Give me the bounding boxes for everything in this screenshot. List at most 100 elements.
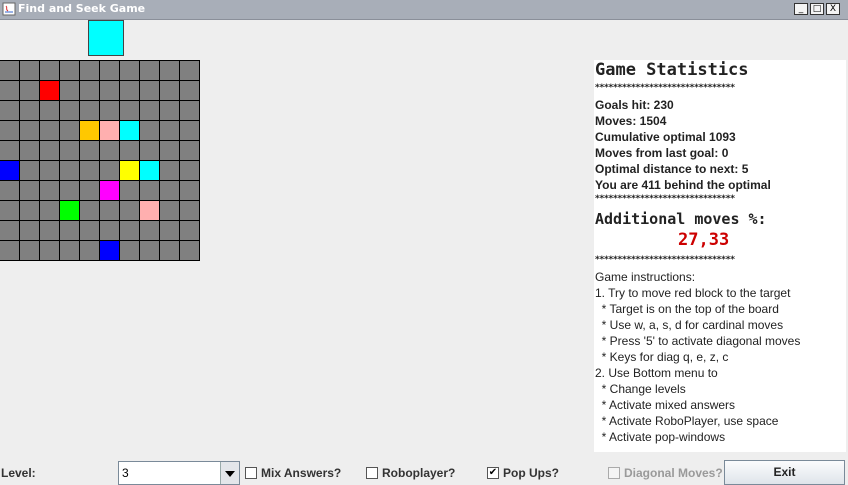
board-cell: [60, 141, 80, 161]
target-cell: [88, 20, 124, 56]
board-cell: [120, 141, 140, 161]
mix-answers-checkbox[interactable]: [245, 467, 257, 479]
board-cell: [120, 181, 140, 201]
instruction-line: * Activate pop-windows: [595, 430, 726, 444]
java-app-icon: [2, 2, 16, 16]
board-cell: [140, 81, 160, 101]
optimal-distance: Optimal distance to next: 5: [595, 162, 749, 176]
board-cell: [0, 221, 20, 241]
board-cell: [120, 221, 140, 241]
chevron-down-icon[interactable]: [220, 462, 239, 484]
stars-divider: *******************************: [595, 255, 735, 265]
exit-button[interactable]: Exit: [724, 460, 845, 485]
board-cell: [20, 101, 40, 121]
board-cell: [100, 161, 120, 181]
title-bar: Find and Seek Game _ □ X: [0, 0, 848, 20]
close-button[interactable]: X: [826, 3, 840, 15]
level-value: 3: [122, 466, 129, 480]
board-cell: [0, 141, 20, 161]
board-cell: [80, 161, 100, 181]
board-cell: [160, 161, 180, 181]
board-cell: [0, 121, 20, 141]
instruction-line: * Press '5' to activate diagonal moves: [595, 334, 801, 348]
board-cell: [100, 101, 120, 121]
board-cell: [100, 61, 120, 81]
board-cell: [80, 61, 100, 81]
level-select[interactable]: 3: [118, 461, 240, 485]
board-cell: [120, 201, 140, 221]
diagonal-moves-label[interactable]: Diagonal Moves?: [624, 466, 723, 480]
board-cell: [60, 101, 80, 121]
board-cell: [0, 201, 20, 221]
level-label: Level:: [1, 466, 36, 480]
board-cell: [120, 81, 140, 101]
board-cell: [80, 221, 100, 241]
board-cell: [140, 101, 160, 121]
popups-label[interactable]: Pop Ups?: [503, 466, 559, 480]
stats-heading: Game Statistics: [595, 60, 749, 80]
diagonal-moves-checkbox[interactable]: [608, 467, 620, 479]
board-cell: [40, 221, 60, 241]
board-cell: [180, 201, 200, 221]
board-cell: [140, 181, 160, 201]
maximize-button[interactable]: □: [810, 3, 824, 15]
board-cell: [60, 161, 80, 181]
board-cell: [80, 81, 100, 101]
goals-hit: Goals hit: 230: [595, 98, 674, 112]
board-cell: [140, 161, 160, 181]
stars-divider: *******************************: [595, 194, 735, 204]
board-cell: [80, 181, 100, 201]
minimize-button[interactable]: _: [794, 3, 808, 15]
board-cell: [160, 181, 180, 201]
board-cell: [100, 201, 120, 221]
board-cell: [100, 241, 120, 261]
board-cell: [140, 61, 160, 81]
board-cell: [160, 241, 180, 261]
board-cell: [180, 221, 200, 241]
board-cell: [160, 221, 180, 241]
board-cell: [160, 141, 180, 161]
board-cell: [180, 121, 200, 141]
board-cell: [60, 181, 80, 201]
moves-from-last-goal: Moves from last goal: 0: [595, 146, 729, 160]
board-cell: [60, 81, 80, 101]
board-cell: [40, 181, 60, 201]
board-cell: [40, 101, 60, 121]
board-cell: [80, 121, 100, 141]
board-cell: [20, 161, 40, 181]
instruction-line: 2. Use Bottom menu to: [595, 366, 718, 380]
board-cell: [60, 61, 80, 81]
instruction-line: * Use w, a, s, d for cardinal moves: [595, 318, 784, 332]
instruction-line: * Keys for diag q, e, z, c: [595, 350, 729, 364]
behind-optimal: You are 411 behind the optimal: [595, 178, 771, 192]
board-cell: [120, 121, 140, 141]
roboplayer-checkbox[interactable]: [366, 467, 378, 479]
cumulative-optimal: Cumulative optimal 1093: [595, 130, 736, 144]
instruction-line: * Activate RoboPlayer, use space: [595, 414, 779, 428]
board-cell: [40, 141, 60, 161]
board-cell: [140, 221, 160, 241]
board-cell: [160, 101, 180, 121]
roboplayer-label[interactable]: Roboplayer?: [382, 466, 455, 480]
board-cell: [180, 61, 200, 81]
moves-count: Moves: 1504: [595, 114, 667, 128]
game-statistics-panel: Game Statistics ************************…: [594, 60, 846, 452]
board-cell: [120, 101, 140, 121]
board-cell: [40, 81, 60, 101]
board-cell: [0, 181, 20, 201]
board-cell: [60, 121, 80, 141]
board-cell: [0, 161, 20, 181]
board-cell: [20, 181, 40, 201]
board-cell: [140, 241, 160, 261]
board-cell: [0, 241, 20, 261]
board-cell: [180, 81, 200, 101]
game-board[interactable]: [0, 60, 200, 261]
board-cell: [0, 101, 20, 121]
board-cell: [60, 221, 80, 241]
mix-answers-label[interactable]: Mix Answers?: [261, 466, 341, 480]
popups-checkbox[interactable]: ✔: [487, 467, 499, 479]
board-cell: [180, 101, 200, 121]
board-cell: [140, 141, 160, 161]
board-cell: [120, 241, 140, 261]
board-cell: [80, 241, 100, 261]
